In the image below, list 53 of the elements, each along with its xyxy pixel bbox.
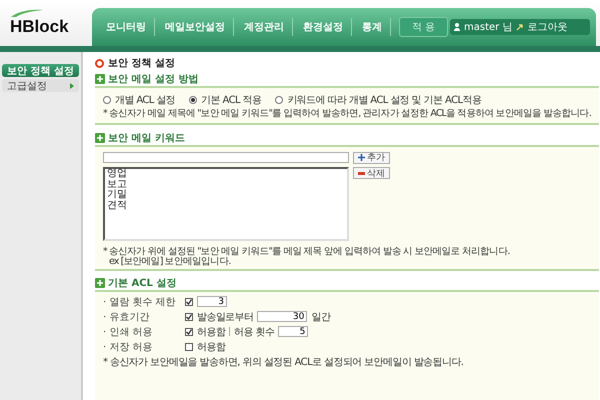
keyword-list[interactable]: 영업 보고 기밀 견적 [102, 167, 349, 241]
radio-button[interactable] [189, 96, 198, 104]
delete-button[interactable]: 삭제 [352, 167, 390, 179]
logout-link[interactable]: 로그아웃 [527, 20, 568, 34]
logo: HBlock [10, 17, 70, 37]
list-item[interactable]: 견적 [106, 200, 345, 211]
user-name: master 님 [464, 21, 512, 34]
setting-label: · 유효기간 [102, 310, 150, 324]
radio-button[interactable] [102, 96, 111, 104]
plus-icon [94, 133, 105, 143]
section-title: 보안 메일 설정 방법 [108, 73, 198, 86]
plus-icon [94, 74, 105, 84]
page-title: 보안 정책 설정 [108, 57, 175, 70]
number-field[interactable]: 30 [257, 311, 308, 322]
note-text: * 송신자가 위에 설정된 "보안 메일 키워드"를 메일 제목 앞에 입력하여 발송 시 보안메일로 처리합니다. [102, 247, 511, 256]
option-label: 허용함 [196, 340, 226, 354]
bullet-icon [94, 58, 104, 68]
radio-button[interactable] [275, 96, 284, 104]
section-title: 보안 메일 키워드 [108, 132, 185, 145]
checkbox[interactable] [184, 298, 193, 306]
checkbox[interactable] [184, 312, 193, 320]
section-title: 기본 ACL 설정 [108, 277, 176, 290]
list-item[interactable]: 영업 [106, 169, 345, 180]
plus-icon [94, 278, 105, 288]
chevron-right-icon [70, 82, 74, 88]
minus-icon [358, 172, 365, 174]
swoosh-icon [10, 9, 44, 17]
number-field[interactable]: 3 [196, 296, 227, 307]
setting-label: · 저장 허용 [102, 340, 154, 354]
number-field[interactable]: 5 [278, 326, 308, 337]
keyword-field[interactable] [102, 152, 349, 163]
setting-label: · 열람 횟수 제한 [102, 296, 177, 308]
add-button[interactable]: 추가 [352, 152, 390, 164]
list-item[interactable]: 기밀 [106, 190, 345, 200]
option-label: 허용 횟수 [234, 326, 274, 338]
note-text: * 송신자가 메일 제목에 "보안 메일 키워드"를 입력하여 발송하면, 관리자가 설정한 ACL을 적용하여 보안메일을 발송합니다. [102, 107, 591, 120]
checkbox[interactable] [184, 342, 193, 350]
sidebar-item[interactable]: 보안 정책 설정 [2, 64, 79, 77]
setting-label: · 인쇄 허용 [102, 326, 154, 338]
note-text: * 송신자가 보안메일을 발송하면, 위의 설정된 ACL로 설정되어 보안메일이 발송됩니다. [102, 356, 464, 369]
person-icon [454, 23, 460, 31]
option-label: 일간 [311, 310, 330, 324]
sidebar-item[interactable]: 고급설정 [2, 79, 79, 92]
checkbox[interactable] [184, 328, 193, 336]
note-text: ex [보안메일] 보안메일입니다. [108, 256, 232, 266]
option-label: 개별 ACL 설정 [114, 94, 176, 106]
option-label: 키워드에 따라 개별 ACL 설정 및 기본 ACL적용 [287, 94, 482, 106]
option-label: 허용함 [196, 326, 226, 338]
option-label: 기본 ACL 적용 [201, 94, 262, 106]
option-label: 발송일로부터 [196, 310, 254, 324]
logout-icon [516, 24, 524, 30]
list-item[interactable]: 보고 [106, 180, 345, 190]
plus-icon [358, 154, 365, 161]
